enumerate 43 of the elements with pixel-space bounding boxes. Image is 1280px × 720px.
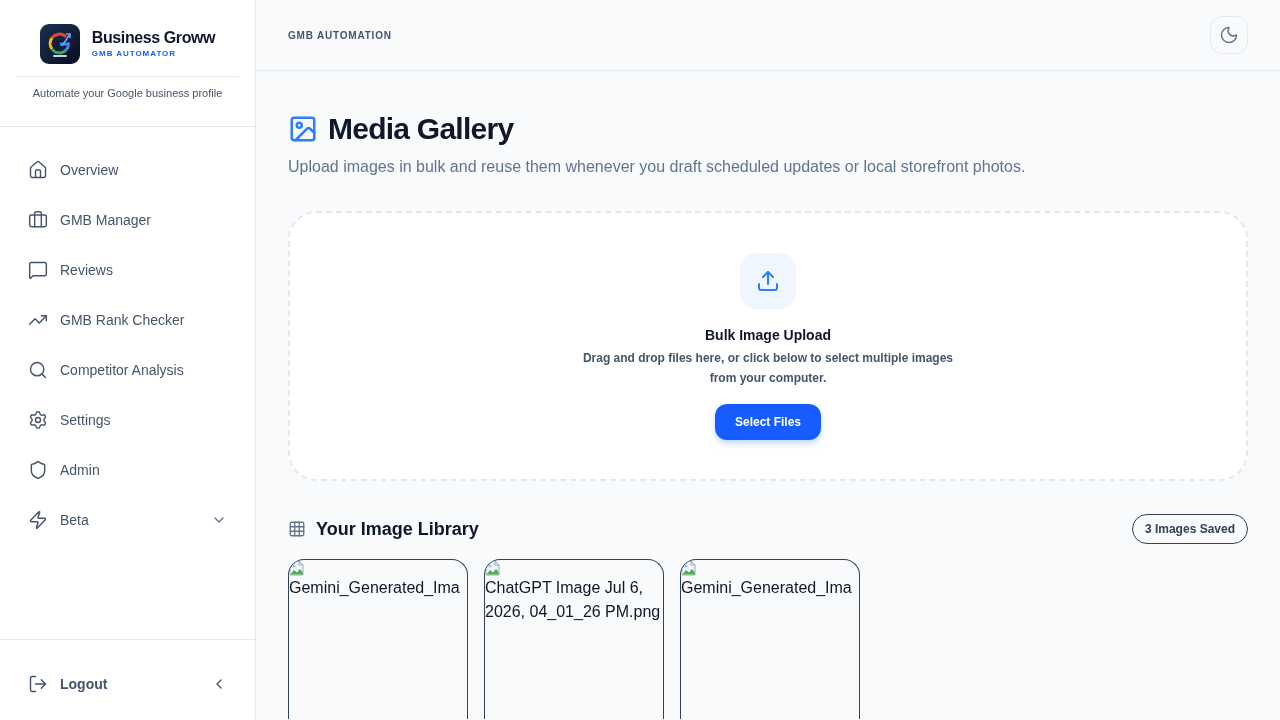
nav-item[interactable]: Settings — [16, 400, 239, 440]
logout-icon — [28, 674, 48, 694]
image-icon — [288, 114, 318, 144]
page-title: Media Gallery — [328, 111, 514, 147]
nav-item[interactable]: Competitor Analysis — [16, 350, 239, 390]
broken-image-icon — [485, 560, 501, 576]
briefcase-icon — [28, 210, 48, 230]
grid-icon — [288, 519, 306, 538]
moon-icon — [1219, 25, 1239, 45]
page-subtitle: Upload images in bulk and reuse them whenever you draft scheduled updates or local storefront photos. — [288, 157, 1027, 177]
search-icon — [28, 360, 48, 380]
brand-name: Business Groww — [91, 28, 216, 48]
image-alt-text: ChatGPT Image Jul 6, 2026, 04_01_26 PM.png — [485, 578, 662, 622]
image-card[interactable]: Gemini_Generated_Ima — [680, 559, 860, 719]
broken-image-icon — [681, 560, 697, 576]
nav-item[interactable]: Reviews — [16, 250, 239, 290]
nav-item[interactable]: GMB Manager — [16, 200, 239, 240]
image-alt-text: Gemini_Generated_Ima — [289, 578, 461, 598]
nav-item[interactable]: GMB Rank Checker — [16, 300, 239, 340]
upload-description: Drag and drop files here, or click below to select multiple images from your computer. — [581, 350, 955, 387]
upload-dropzone[interactable]: Bulk Image Upload Drag and drop files here, or click below to select multiple images from your computer. Select Files — [288, 211, 1248, 481]
brand-subtitle: GMB AUTOMATOR — [91, 48, 177, 60]
speech-bubble-icon — [28, 260, 48, 280]
logo-icon — [39, 24, 80, 64]
house-icon — [28, 160, 48, 180]
nav-item[interactable]: Overview — [16, 150, 239, 190]
brand-tagline: Automate your Google business profile — [31, 86, 224, 101]
library-title: Your Image Library — [316, 517, 479, 541]
upload-title: Bulk Image Upload — [705, 326, 831, 345]
image-card[interactable]: ChatGPT Image Jul 6, 2026, 04_01_26 PM.png — [484, 559, 664, 719]
lightning-icon — [28, 510, 48, 530]
theme-toggle-button[interactable] — [1210, 16, 1248, 54]
shield-icon — [28, 460, 48, 480]
select-files-button[interactable]: Select Files — [714, 404, 821, 440]
logout-button[interactable]: Logout — [16, 664, 120, 704]
header-title: GMB AUTOMATION — [288, 28, 392, 43]
image-alt-text: Gemini_Generated_Ima — [681, 578, 853, 598]
upload-icon — [740, 253, 796, 309]
settings-icon — [28, 410, 48, 430]
image-card[interactable]: Gemini_Generated_Ima — [288, 559, 468, 719]
nav-item[interactable]: Beta — [16, 500, 239, 540]
broken-image-icon — [289, 560, 305, 576]
nav-item[interactable]: Admin — [16, 450, 239, 490]
